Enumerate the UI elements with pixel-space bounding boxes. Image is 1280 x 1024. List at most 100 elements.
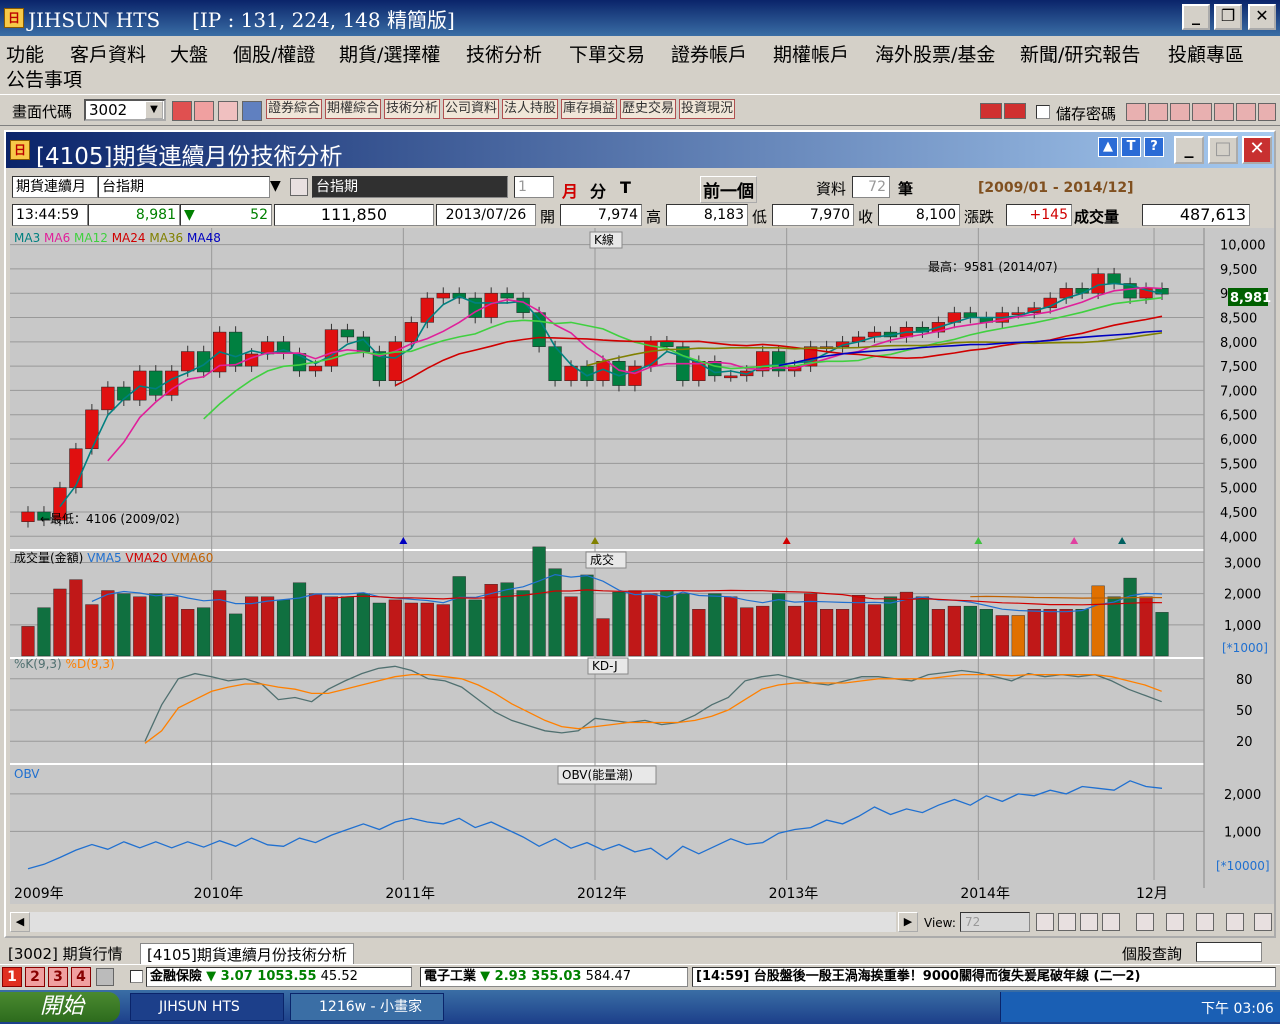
candle <box>149 370 163 396</box>
menu-technical[interactable]: 技術分析 <box>466 40 542 67</box>
volume-bar <box>740 607 754 657</box>
menu-opt-account[interactable]: 期權帳戶 <box>773 40 849 67</box>
help-icon[interactable]: ? <box>1144 137 1164 157</box>
mail-icon[interactable] <box>1148 103 1168 121</box>
stock-query-input[interactable] <box>1196 942 1262 962</box>
arrow-right-icon[interactable] <box>1004 103 1026 119</box>
period-tick-button[interactable]: T <box>620 178 631 197</box>
ma-legend-item: MA24 <box>112 231 150 245</box>
kd-panel-title: KD-J <box>592 659 618 673</box>
menu-advisory[interactable]: 投顧專區 <box>1168 40 1244 67</box>
menu-announcement[interactable]: 公告事項 <box>6 65 82 92</box>
arrow-left-icon[interactable] <box>980 103 1002 119</box>
eraser-icon[interactable] <box>1036 913 1054 931</box>
menu-stock[interactable]: 個股/權證 <box>233 40 315 67</box>
search-icon[interactable] <box>172 101 192 121</box>
child-minimize-button[interactable]: _ <box>1174 136 1204 164</box>
menu-order[interactable]: 下單交易 <box>569 40 645 67</box>
child-maximize-button[interactable]: □ <box>1208 136 1238 164</box>
close-button[interactable]: ✕ <box>1248 4 1276 30</box>
restore-button[interactable]: ❐ <box>1214 4 1242 30</box>
table-icon[interactable] <box>1196 913 1214 931</box>
scroll-left-button[interactable]: ◀ <box>10 912 30 932</box>
search-icon[interactable] <box>290 178 308 196</box>
volume-bar <box>644 593 658 657</box>
menu-sec-account[interactable]: 證券帳戶 <box>671 40 747 67</box>
chevron-down-icon[interactable]: ▼ <box>145 101 163 119</box>
quick-button-invest[interactable]: 投資現況 <box>679 99 736 119</box>
quick-button-company[interactable]: 公司資料 <box>443 99 500 119</box>
menu-customer[interactable]: 客戶資料 <box>70 40 146 67</box>
date-range: [2009/01 - 2014/12] <box>978 180 1134 196</box>
news-ticker[interactable]: [14:59] 台股盤後一殷王渦海挨重拳！9000關得而復失爰尾破年線 (二一2… <box>692 967 1276 987</box>
screen-3-button[interactable]: 3 <box>48 967 68 987</box>
pen-icon[interactable] <box>1126 103 1146 121</box>
indicator-icon[interactable] <box>1136 913 1154 931</box>
print-icon[interactable] <box>1170 103 1190 121</box>
quick-button-inst[interactable]: 法人持股 <box>502 99 559 119</box>
quote-price: 8,981 <box>88 204 180 226</box>
change-value: +145 <box>1006 204 1072 226</box>
screen-1-button[interactable]: 1 <box>2 967 22 987</box>
data-count-field[interactable]: 72 <box>852 176 890 198</box>
period-combo[interactable]: 1 <box>514 176 554 198</box>
text-icon[interactable]: T <box>1121 137 1141 157</box>
child-close-button[interactable]: ✕ <box>1242 136 1272 164</box>
period-minute-button[interactable]: 分 <box>590 178 606 202</box>
candle <box>85 409 99 450</box>
draw-icon[interactable] <box>1226 913 1244 931</box>
menu-function[interactable]: 功能 <box>6 40 44 67</box>
app-name: JIHSUN HTS <box>28 8 161 32</box>
task-paint[interactable]: 1216w - 小畫家 <box>290 993 444 1021</box>
eraser-all-icon[interactable] <box>1058 913 1076 931</box>
gear-icon[interactable] <box>1254 913 1272 931</box>
tool-icon[interactable] <box>1192 103 1212 121</box>
scroll-right-button[interactable]: ▶ <box>898 912 918 932</box>
period-month-button[interactable]: 月 <box>562 178 578 202</box>
save-password-checkbox[interactable] <box>1036 105 1050 119</box>
volume-bar <box>308 593 323 657</box>
exit-icon[interactable] <box>1258 103 1276 121</box>
menu-market[interactable]: 大盤 <box>170 40 208 67</box>
low-annotation: ←最低：4106 (2009/02) <box>40 512 180 526</box>
window-icon[interactable] <box>194 101 214 121</box>
quick-button-sec[interactable]: 證券綜合 <box>266 99 323 119</box>
quick-button-opt[interactable]: 期權綜合 <box>325 99 382 119</box>
copy-icon[interactable] <box>1166 913 1184 931</box>
sector1-quote: 金融保險 ▼ 3.07 1053.55 45.52 <box>146 967 412 987</box>
task-jihsun[interactable]: JIHSUN HTS <box>130 993 284 1021</box>
doc-icon[interactable] <box>1214 103 1234 121</box>
chart-icon[interactable] <box>218 101 238 121</box>
screen-2-button[interactable]: 2 <box>25 967 45 987</box>
chart-area[interactable]: 2009年 2010年 2011年 2012年 2013年 2014年 12月 10,000 9… <box>10 228 1274 904</box>
zoom-icon[interactable] <box>1080 913 1098 931</box>
volume-bar <box>181 609 195 657</box>
dropdown-icon[interactable] <box>242 101 262 121</box>
quick-button-tech[interactable]: 技術分析 <box>384 99 441 119</box>
quick-button-history[interactable]: 歷史交易 <box>620 99 677 119</box>
menu-futures[interactable]: 期貨/選擇權 <box>339 40 440 67</box>
volume-bar <box>53 588 67 657</box>
menu-overseas[interactable]: 海外股票/基金 <box>875 40 995 67</box>
chevron-down-icon[interactable]: ▼ <box>270 178 281 194</box>
tab-futures-quote[interactable]: [3002] 期貨行情 <box>8 943 123 964</box>
ticker-checkbox[interactable] <box>130 970 143 983</box>
minimize-button[interactable]: _ <box>1182 4 1210 30</box>
volume-bar <box>899 591 914 657</box>
horizontal-scrollbar[interactable] <box>30 912 896 932</box>
view-value-field[interactable]: 72 <box>960 912 1030 932</box>
volume-bar <box>117 593 131 657</box>
menu-news[interactable]: 新聞/研究報告 <box>1020 40 1140 67</box>
previous-button[interactable]: 前一個 <box>700 176 757 203</box>
volume-bar <box>867 604 882 657</box>
settings-icon[interactable] <box>1236 103 1256 121</box>
arrow-up-icon[interactable]: ▲ <box>1098 137 1118 157</box>
product-combo[interactable]: 台指期 <box>98 176 270 198</box>
product-type-field[interactable]: 期貨連續月 <box>12 176 98 198</box>
screen-4-button[interactable]: 4 <box>71 967 91 987</box>
lock-icon[interactable] <box>96 968 114 986</box>
start-button[interactable]: 開始 <box>0 992 120 1022</box>
refresh-icon[interactable] <box>1102 913 1120 931</box>
tab-technical[interactable]: [4105]期貨連續月份技術分析 <box>140 943 354 966</box>
quick-button-pnl[interactable]: 庫存損益 <box>561 99 618 119</box>
